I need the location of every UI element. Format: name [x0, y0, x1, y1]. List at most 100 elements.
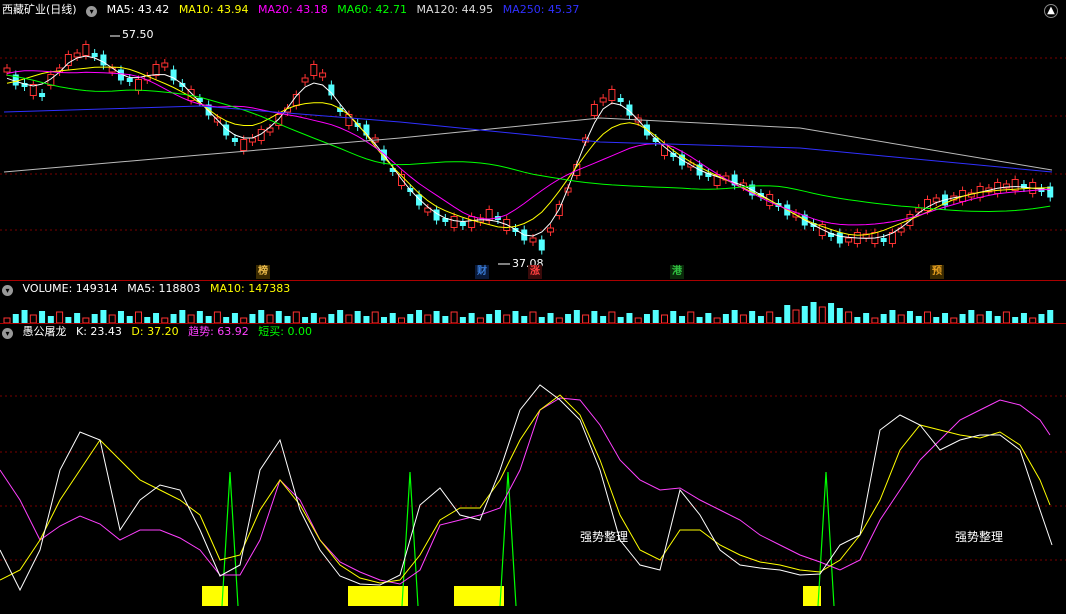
volume-bar: [266, 314, 274, 324]
volume-legend: ▾ VOLUME: 149314 MA5: 118803 MA10: 14738…: [2, 281, 296, 297]
volume-bar: [231, 313, 238, 323]
volume-bar: [994, 316, 1001, 323]
volume-bar: [722, 314, 729, 323]
volume-bar: [371, 311, 379, 324]
candle-body: [547, 227, 555, 233]
indicator-annotation-1: 强势整理: [580, 530, 629, 544]
volume-bar: [529, 311, 537, 324]
volume-bar: [179, 310, 186, 323]
volume-bar: [679, 316, 686, 323]
indicator-k-label: K: 23.43: [76, 325, 122, 338]
volume-bar: [968, 310, 975, 323]
volume-bar: [985, 311, 992, 323]
volume-bar: [749, 311, 756, 323]
volume-bar: [766, 311, 774, 324]
volume-bar: [433, 311, 440, 323]
volume-bar: [205, 316, 212, 323]
candle-body: [126, 78, 133, 82]
volume-bar: [47, 316, 54, 323]
event-marker-zhang[interactable]: 涨: [528, 265, 542, 279]
volume-bar: [39, 311, 46, 323]
indicator-d-label: D: 37.20: [131, 325, 179, 338]
indicator-trend-label: 趋势: 63.92: [188, 325, 249, 338]
candle-body: [880, 238, 887, 242]
volume-bar: [337, 310, 344, 323]
indicator-settings-icon[interactable]: ▾: [2, 328, 13, 339]
volume-bar: [643, 314, 650, 323]
volume-bar: [503, 314, 511, 324]
volume-bar: [582, 314, 590, 324]
candle-body: [932, 197, 940, 203]
indicator-short-label: 短买: 0.00: [258, 325, 312, 338]
volume-bar: [845, 311, 853, 324]
volume-bar: [1002, 311, 1010, 324]
volume-bar: [153, 313, 160, 323]
candle-body: [328, 84, 335, 96]
volume-bar: [591, 311, 598, 323]
volume-settings-icon[interactable]: ▾: [2, 285, 13, 296]
volume-bar: [494, 310, 501, 323]
volume-bar: [565, 314, 572, 323]
volume-bar: [863, 313, 870, 323]
candle-body: [468, 216, 476, 228]
volume-bar: [12, 314, 19, 323]
volume-bar: [126, 316, 133, 323]
candle-body: [152, 64, 160, 76]
volume-bar: [976, 314, 984, 324]
candle-body: [608, 89, 616, 101]
volume-chart: [3, 302, 1054, 324]
candle-body: [590, 104, 598, 116]
volume-bar: [275, 311, 282, 323]
volume-bar: [284, 316, 291, 323]
volume-bar: [196, 311, 203, 323]
candle-body: [617, 98, 624, 102]
candle-body: [73, 52, 81, 58]
candle-body: [248, 137, 256, 143]
volume-bar: [521, 316, 528, 323]
event-marker-yu[interactable]: 预: [930, 265, 944, 279]
volume-bar: [1038, 314, 1045, 323]
event-marker-cai[interactable]: 财: [475, 265, 489, 279]
volume-bar: [608, 311, 616, 324]
volume-bar: [880, 314, 887, 323]
volume-bar: [818, 306, 826, 324]
volume-bar: [670, 311, 677, 323]
volume-bar: [91, 314, 98, 323]
volume-bar: [573, 310, 580, 323]
candle-body: [319, 72, 327, 78]
volume-bar: [354, 311, 361, 323]
ma20-line: [6, 70, 1051, 226]
volume-bar: [1047, 310, 1054, 323]
candle-body: [836, 232, 843, 244]
volume-bar: [108, 314, 116, 324]
green-spikes: [221, 471, 835, 607]
candle-body: [91, 53, 98, 57]
moving-average-lines: [3, 55, 1053, 239]
candle-body: [161, 62, 169, 68]
volume-bar: [100, 310, 107, 323]
volume-bar: [486, 314, 493, 323]
indicator-name: 愚公屠龙: [22, 325, 67, 338]
volume-bar: [345, 314, 353, 324]
volume-bar: [249, 314, 256, 323]
candle-body: [529, 237, 537, 243]
volume-bar: [924, 311, 931, 324]
volume-bar: [328, 314, 335, 323]
candle-body: [538, 239, 545, 251]
ma120-line: [3, 117, 1053, 173]
buy-zone: [348, 586, 408, 606]
volume-bar: [731, 310, 738, 323]
volume-bar: [424, 314, 432, 324]
volume-bars: [3, 302, 1054, 324]
volume-bar: [942, 313, 949, 323]
volume-bar: [828, 303, 835, 323]
event-marker-bang[interactable]: 榜: [256, 265, 270, 279]
candle-body: [450, 216, 458, 228]
event-marker-gang[interactable]: 港: [670, 265, 684, 279]
candlesticks: [3, 40, 1054, 255]
candle-body: [459, 222, 466, 226]
volume-bar: [407, 314, 414, 323]
candle-body: [345, 114, 353, 126]
volume-bar: [757, 316, 764, 323]
d-line: [0, 394, 1051, 584]
